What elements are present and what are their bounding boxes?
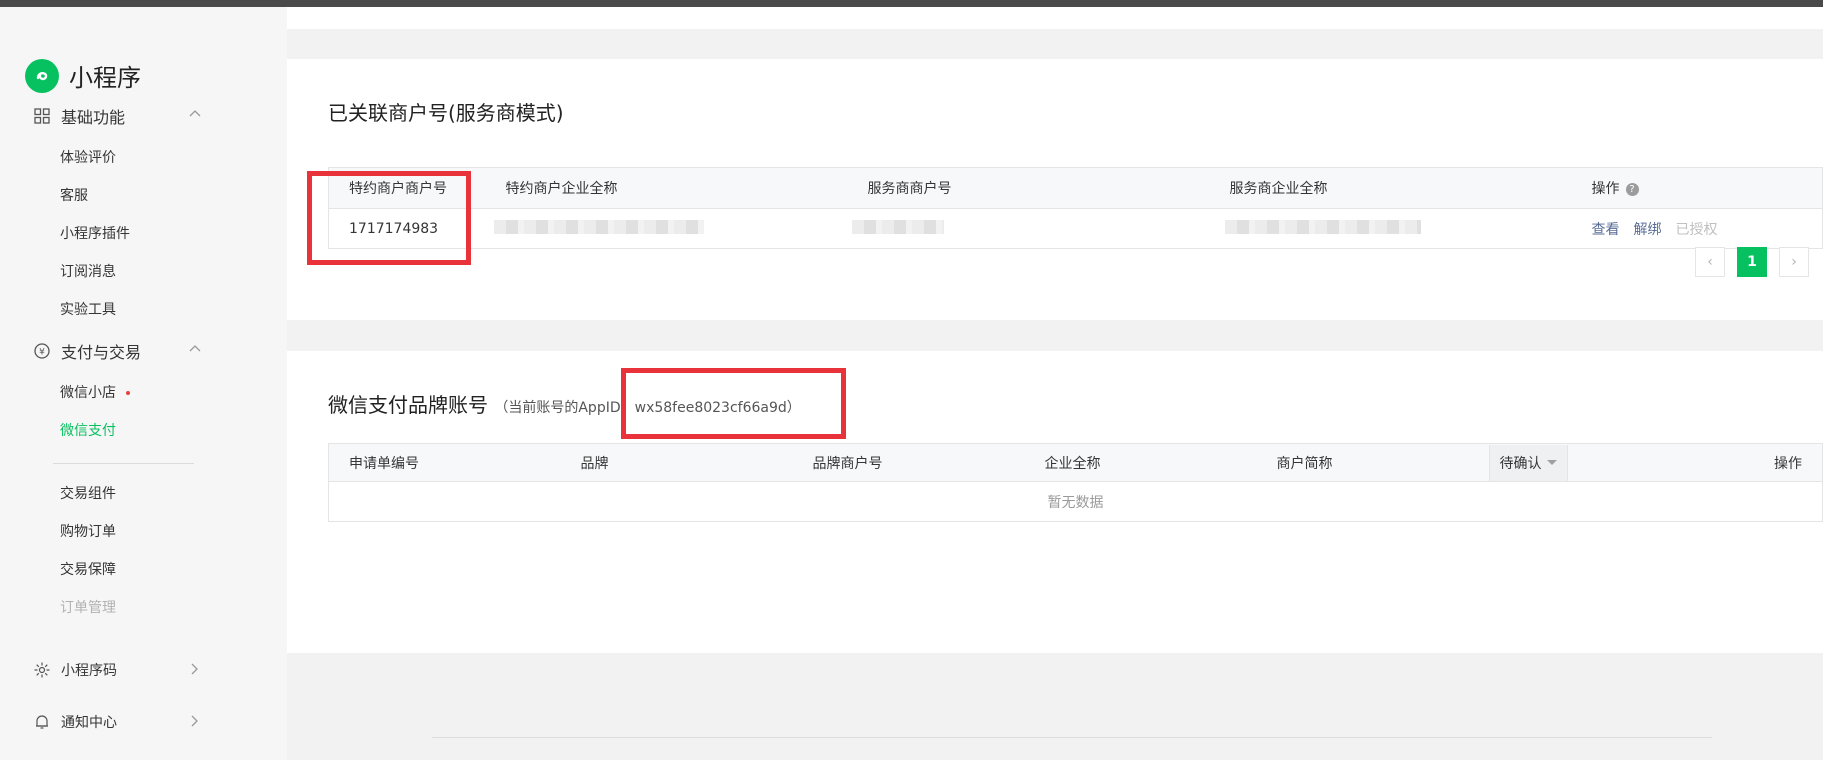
col-actions-label: 操作 [1591, 181, 1620, 197]
sun-icon [33, 661, 51, 679]
footer-divider [432, 737, 1712, 738]
brand-table: 申请单编号 品牌 品牌商户号 企业全称 商户简称 待确认 操作 暂无数据 [328, 443, 1823, 522]
nav-group-notice[interactable]: 通知中心 [33, 712, 203, 732]
mini-program-logo-icon [25, 58, 59, 93]
app-logo[interactable]: 小程序 [25, 58, 141, 93]
grid-icon [33, 107, 51, 125]
divider [53, 463, 194, 464]
col-company-name: 企业全称 [1024, 443, 1257, 482]
nav-group-label: 支付与交易 [61, 343, 142, 362]
chevron-up-icon [187, 104, 203, 122]
redacted-text [851, 219, 944, 234]
merchant-table: 特约商户商户号 特约商户企业全称 服务商商户号 服务商企业全称 操作? 1717… [328, 167, 1823, 249]
sidebar-item-trade-component[interactable]: 交易组件 [60, 483, 116, 503]
merchant-panel: 已关联商户号(服务商模式) 特约商户商户号 特约商户企业全称 服务商商户号 服务… [287, 59, 1823, 320]
sidebar-item-wechat-shop[interactable]: 微信小店 [60, 382, 130, 402]
merchant-section-title: 已关联商户号(服务商模式) [328, 101, 564, 125]
col-service-merchant-name: 服务商企业全称 [1213, 167, 1576, 209]
sub-merchant-name-cell [489, 209, 852, 249]
yen-circle-icon: ¥ [33, 342, 51, 360]
col-application-id: 申请单编号 [328, 443, 561, 482]
sidebar-item-subscribe[interactable]: 订阅消息 [60, 261, 116, 281]
app-title: 小程序 [69, 64, 141, 92]
redacted-text [1224, 219, 1421, 234]
chevron-right-icon [187, 712, 203, 730]
actions-cell: 查看 解绑 已授权 [1576, 209, 1823, 249]
col-brand: 品牌 [560, 443, 793, 482]
unbind-link[interactable]: 解绑 [1634, 222, 1662, 238]
sidebar: 小程序 基础功能 体验评价 客服 小程序插件 订阅消息 实验工具 ¥ 支付与交易… [0, 7, 287, 760]
top-panel [287, 7, 1823, 29]
bell-icon [33, 713, 51, 731]
sidebar-item-experience[interactable]: 体验评价 [60, 147, 116, 167]
sidebar-item-wechat-pay[interactable]: 微信支付 [60, 420, 116, 440]
table-header-row: 特约商户商户号 特约商户企业全称 服务商商户号 服务商企业全称 操作? [328, 167, 1823, 209]
nav-group-basic[interactable]: 基础功能 [33, 104, 203, 128]
col-sub-merchant-name: 特约商户企业全称 [488, 167, 852, 209]
col-brand-merchant-id: 品牌商户号 [792, 443, 1025, 482]
service-merchant-id-cell [851, 209, 1214, 249]
sidebar-item-service[interactable]: 客服 [60, 185, 88, 205]
col-actions: 操作? [1575, 167, 1823, 209]
appid-prefix: （当前账号的AppID： [494, 400, 635, 416]
highlight-box-merchant-id [307, 171, 471, 265]
sidebar-item-orders[interactable]: 购物订单 [60, 521, 116, 541]
sidebar-item-plugins[interactable]: 小程序插件 [60, 223, 130, 243]
nav-group-label: 基础功能 [61, 108, 126, 127]
table-header-row: 申请单编号 品牌 品牌商户号 企业全称 商户简称 待确认 操作 [328, 443, 1823, 482]
prev-page-button[interactable]: ‹ [1695, 247, 1725, 277]
col-merchant-short-name: 商户简称 [1256, 443, 1489, 482]
brand-title: 微信支付品牌账号 [328, 393, 488, 417]
page-1-button[interactable]: 1 [1737, 247, 1767, 277]
authorized-status: 已授权 [1675, 221, 1718, 238]
table-row: 1717174983 查看 解绑 已授权 [329, 209, 1823, 249]
help-icon[interactable]: ? [1625, 182, 1639, 196]
sidebar-item-trade-guarantee[interactable]: 交易保障 [60, 559, 116, 579]
sidebar-item-label: 微信小店 [60, 385, 116, 401]
nav-group-qrcode[interactable]: 小程序码 [33, 660, 203, 680]
view-link[interactable]: 查看 [1592, 222, 1620, 238]
nav-group-label: 通知中心 [61, 715, 117, 731]
status-filter-label: 待确认 [1499, 455, 1542, 472]
caret-down-icon [1546, 460, 1557, 465]
top-bar [0, 0, 1823, 7]
nav-group-payment[interactable]: ¥ 支付与交易 [33, 339, 203, 363]
col-actions: 操作 [1695, 443, 1823, 482]
col-status: 待确认 [1488, 443, 1696, 482]
svg-text:¥: ¥ [39, 348, 45, 358]
chevron-up-icon [187, 339, 203, 357]
empty-state-text: 暂无数据 [1047, 494, 1104, 511]
sidebar-item-lab[interactable]: 实验工具 [60, 299, 116, 319]
status-filter-dropdown[interactable]: 待确认 [1488, 444, 1568, 481]
sidebar-item-order-manage[interactable]: 订单管理 [60, 597, 116, 617]
service-merchant-name-cell [1214, 209, 1576, 249]
notification-dot [126, 391, 130, 395]
col-service-merchant-id: 服务商商户号 [851, 167, 1214, 209]
chevron-right-icon [187, 660, 203, 678]
redacted-text [493, 219, 704, 234]
highlight-box-appid [621, 368, 846, 439]
nav-group-label: 小程序码 [61, 663, 117, 679]
next-page-button[interactable]: › [1779, 247, 1809, 277]
empty-row: 暂无数据 [329, 482, 1823, 522]
brand-panel: 微信支付品牌账号 （当前账号的AppID：wx58fee8023cf66a9d）… [287, 351, 1823, 653]
pagination: ‹ 1 › [1695, 247, 1809, 277]
